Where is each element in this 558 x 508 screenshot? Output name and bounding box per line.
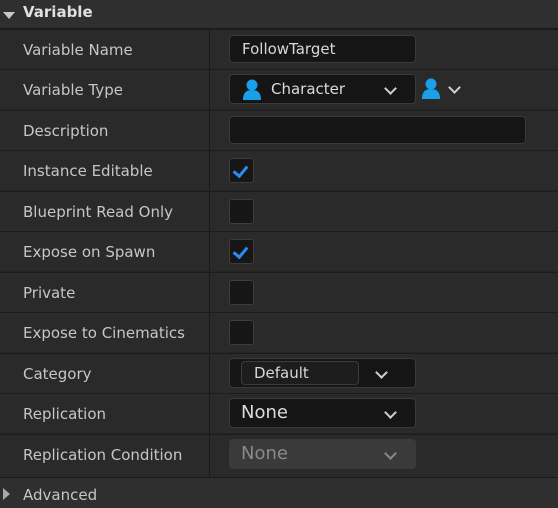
- column-divider[interactable]: [209, 30, 210, 69]
- description-label: Description: [23, 122, 109, 140]
- category-label: Category: [23, 365, 92, 383]
- chevron-down-icon: [384, 447, 397, 460]
- category-input[interactable]: Default: [241, 361, 359, 385]
- private-checkbox[interactable]: [229, 280, 254, 305]
- checkmark-icon: [232, 161, 249, 179]
- column-divider[interactable]: [209, 313, 210, 352]
- expose-to-cinematics-label: Expose to Cinematics: [23, 324, 185, 342]
- advanced-title: Advanced: [23, 486, 98, 504]
- row-blueprint-read-only: Blueprint Read Only: [0, 191, 558, 231]
- chevron-down-icon: [384, 406, 397, 419]
- description-input[interactable]: [229, 116, 526, 144]
- column-divider[interactable]: [209, 394, 210, 433]
- column-divider[interactable]: [209, 70, 210, 109]
- advanced-section-header[interactable]: Advanced: [0, 477, 558, 508]
- column-divider[interactable]: [209, 273, 210, 312]
- collapse-arrow-icon[interactable]: [3, 11, 15, 19]
- replication-value: None: [241, 402, 288, 423]
- row-instance-editable: Instance Editable: [0, 150, 558, 190]
- column-divider[interactable]: [209, 354, 210, 393]
- replication-condition-dropdown: None: [229, 439, 416, 469]
- variable-type-value: Character: [271, 80, 346, 98]
- row-description: Description: [0, 110, 558, 150]
- replication-label: Replication: [23, 405, 107, 423]
- category-combo[interactable]: Default: [229, 358, 416, 388]
- private-label: Private: [23, 284, 76, 302]
- expose-to-cinematics-checkbox[interactable]: [229, 320, 254, 345]
- variable-name-input[interactable]: FollowTarget: [229, 35, 416, 63]
- variable-type-label: Variable Type: [23, 81, 123, 99]
- chevron-down-icon: [448, 81, 461, 94]
- variable-name-label: Variable Name: [23, 41, 133, 59]
- row-replication-condition: Replication Condition None: [0, 434, 558, 477]
- checkmark-icon: [232, 242, 249, 260]
- column-divider[interactable]: [209, 151, 210, 190]
- column-divider[interactable]: [209, 192, 210, 231]
- expose-on-spawn-checkbox[interactable]: [229, 239, 254, 264]
- row-replication: Replication None: [0, 393, 558, 433]
- column-divider[interactable]: [209, 111, 210, 150]
- column-divider[interactable]: [209, 232, 210, 271]
- container-type-dropdown[interactable]: [419, 74, 465, 104]
- section-title: Variable: [23, 3, 93, 21]
- expose-on-spawn-label: Expose on Spawn: [23, 243, 156, 261]
- row-expose-to-cinematics: Expose to Cinematics: [0, 312, 558, 352]
- row-variable-name: Variable Name FollowTarget: [0, 29, 558, 69]
- instance-editable-label: Instance Editable: [23, 162, 153, 180]
- expand-arrow-icon[interactable]: [3, 488, 10, 500]
- row-category: Category Default: [0, 353, 558, 393]
- column-divider[interactable]: [209, 435, 210, 477]
- row-variable-type: Variable Type Character: [0, 69, 558, 109]
- details-panel: Variable Variable Name FollowTarget Vari…: [0, 0, 558, 508]
- blueprint-read-only-label: Blueprint Read Only: [23, 203, 174, 221]
- variable-section-header[interactable]: Variable: [0, 0, 558, 29]
- chevron-down-icon[interactable]: [375, 366, 388, 379]
- replication-dropdown[interactable]: None: [229, 398, 416, 428]
- blueprint-read-only-checkbox[interactable]: [229, 199, 254, 224]
- row-private: Private: [0, 272, 558, 312]
- person-icon: [243, 79, 261, 100]
- variable-type-dropdown[interactable]: Character: [229, 74, 416, 104]
- chevron-down-icon: [384, 82, 397, 95]
- replication-condition-value: None: [241, 443, 288, 464]
- instance-editable-checkbox[interactable]: [229, 158, 254, 183]
- replication-condition-label: Replication Condition: [23, 446, 183, 464]
- person-icon: [422, 78, 440, 99]
- row-expose-on-spawn: Expose on Spawn: [0, 231, 558, 271]
